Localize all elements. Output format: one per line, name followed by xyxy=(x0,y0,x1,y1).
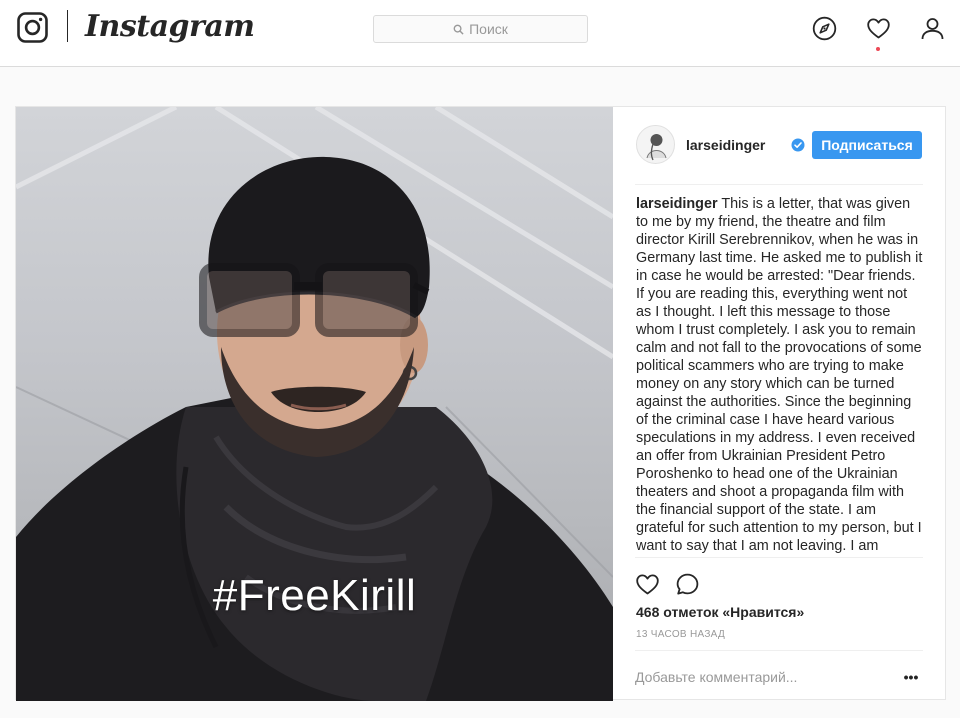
author-username[interactable]: larseidinger xyxy=(686,137,765,153)
logo-divider xyxy=(67,10,68,42)
heart-icon[interactable] xyxy=(866,16,891,41)
likes-count[interactable]: 468 отметок «Нравится» xyxy=(636,604,804,620)
post-photo[interactable]: #FreeKirill xyxy=(16,107,613,701)
post-timestamp: 13 ЧАСОВ НАЗАД xyxy=(636,629,726,640)
caption-username[interactable]: larseidinger xyxy=(636,196,718,212)
search-icon xyxy=(453,24,464,35)
follow-button[interactable]: Подписаться xyxy=(812,131,922,159)
verified-badge-icon xyxy=(791,138,805,152)
notification-dot xyxy=(876,47,880,51)
comment-input[interactable] xyxy=(635,667,875,687)
post-card: #FreeKirill larseidinger Подписаться lar… xyxy=(15,106,947,701)
instagram-wordmark[interactable]: Instagram xyxy=(85,9,255,45)
compass-icon[interactable] xyxy=(812,16,837,41)
search-box[interactable]: Поиск xyxy=(373,15,588,43)
post-side-panel: larseidinger Подписаться larseidinger Th… xyxy=(613,107,947,701)
like-heart-icon[interactable] xyxy=(635,572,660,597)
profile-icon[interactable] xyxy=(920,16,945,41)
comment-form: ••• xyxy=(635,650,923,702)
search-placeholder: Поиск xyxy=(469,21,508,37)
more-options-icon[interactable]: ••• xyxy=(903,669,919,685)
post-actions-area: 468 отметок «Нравится» 13 ЧАСОВ НАЗАД ••… xyxy=(635,557,923,701)
post-header: larseidinger Подписаться xyxy=(635,107,923,185)
image-hashtag-text: #FreeKirill xyxy=(212,571,417,620)
comment-bubble-icon[interactable] xyxy=(675,572,700,597)
top-navigation-bar: Instagram Поиск xyxy=(0,0,960,67)
post-caption: larseidinger This is a letter, that was … xyxy=(636,195,926,553)
instagram-logo-icon[interactable] xyxy=(17,12,48,43)
avatar[interactable] xyxy=(636,125,675,164)
caption-text: This is a letter, that was given to me b… xyxy=(636,196,923,553)
